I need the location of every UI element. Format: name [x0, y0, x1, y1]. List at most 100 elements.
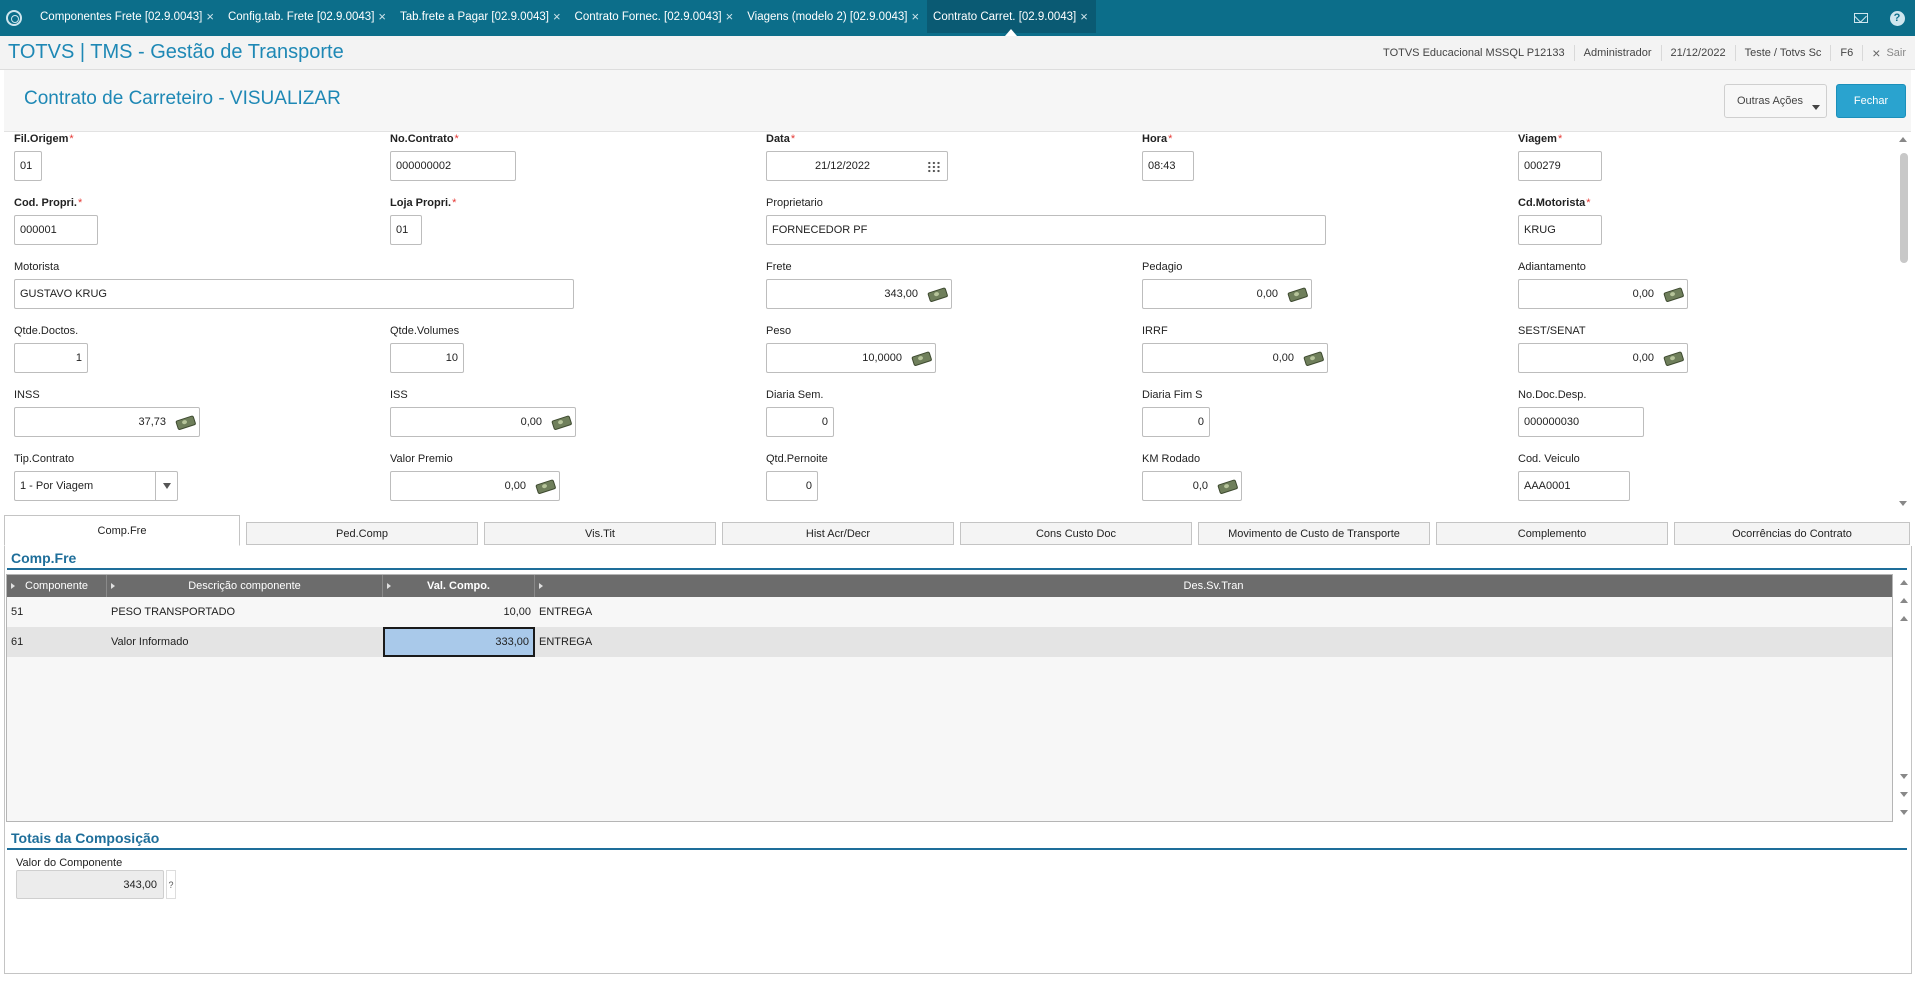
tab-label: Contrato Fornec. [02.9.0043] [574, 10, 722, 23]
tab-hist-acr-decr[interactable]: Hist Acr/Decr [722, 522, 954, 545]
scroll-up-icon[interactable] [1900, 616, 1908, 621]
tab-contrato-carret[interactable]: Contrato Carret. [02.9.0043] × [927, 0, 1096, 36]
scroll-top-icon[interactable] [1900, 580, 1908, 585]
close-icon[interactable]: × [553, 9, 561, 24]
iss-input[interactable]: 0,00 [390, 407, 576, 437]
date-label[interactable]: 21/12/2022 [1660, 45, 1735, 61]
hora-input[interactable]: 08:43 [1142, 151, 1194, 181]
sort-icon [111, 583, 115, 589]
cd-motorista-input[interactable]: KRUG [1518, 215, 1602, 245]
scroll-up-icon[interactable] [1899, 137, 1907, 142]
close-button[interactable]: Fechar [1836, 84, 1906, 118]
exit-button[interactable]: × Sair [1862, 45, 1915, 61]
scroll-bottom-icon[interactable] [1900, 810, 1908, 815]
frete-input[interactable]: 343,00 [766, 279, 952, 309]
column-header-servico[interactable]: Des.Sv.Tran [535, 575, 1892, 597]
cod-veiculo-input[interactable]: AAA0001 [1518, 471, 1630, 501]
help-icon[interactable]: ? [166, 870, 176, 899]
field-sest-senat: SEST/SENAT 0,00 [1518, 325, 1688, 373]
field-qtde-doctos: Qtde.Doctos. 1 [14, 325, 88, 373]
no-contrato-input[interactable]: 000000002 [390, 151, 516, 181]
tab-ocorrencias[interactable]: Ocorrências do Contrato [1674, 522, 1910, 545]
tab-config-tab-frete[interactable]: Config.tab. Frete [02.9.0043] × [222, 0, 394, 33]
messages-button[interactable] [1843, 0, 1879, 36]
money-icon[interactable] [1663, 286, 1683, 301]
adiantamento-input[interactable]: 0,00 [1518, 279, 1688, 309]
tab-comp-fre[interactable]: Comp.Fre [4, 515, 240, 546]
diaria-sem-input[interactable]: 0 [766, 407, 834, 437]
sest-senat-input[interactable]: 0,00 [1518, 343, 1688, 373]
inss-input[interactable]: 37,73 [14, 407, 200, 437]
tip-contrato-select[interactable]: 1 - Por Viagem [14, 471, 178, 501]
tab-cons-custo-doc[interactable]: Cons Custo Doc [960, 522, 1192, 545]
tab-vis-tit[interactable]: Vis.Tit [484, 522, 716, 545]
tab-viagens-modelo-2[interactable]: Viagens (modelo 2) [02.9.0043] × [741, 0, 927, 33]
tab-label: Tab.frete a Pagar [02.9.0043] [399, 10, 549, 23]
irrf-input[interactable]: 0,00 [1142, 343, 1328, 373]
user-label[interactable]: Administrador [1573, 45, 1661, 61]
proprietario-input[interactable]: FORNECEDOR PF [766, 215, 1326, 245]
fil-origem-input[interactable]: 01 [14, 151, 42, 181]
app-header: TOTVS | TMS - Gestão de Transporte TOTVS… [0, 36, 1915, 70]
form-scrollbar[interactable] [1896, 133, 1911, 510]
close-icon[interactable]: × [206, 9, 214, 24]
close-icon[interactable]: × [726, 9, 734, 24]
grid-scrollbar[interactable] [1896, 574, 1912, 822]
tab-contrato-fornec[interactable]: Contrato Fornec. [02.9.0043] × [569, 0, 742, 33]
table-row[interactable]: 61 Valor Informado 333,00 ENTREGA [7, 627, 1892, 657]
data-input[interactable]: 21/12/2022 [766, 151, 948, 181]
motorista-input[interactable]: GUSTAVO KRUG [14, 279, 574, 309]
cod-propri-input[interactable]: 000001 [14, 215, 98, 245]
km-rodado-input[interactable]: 0,0 [1142, 471, 1242, 501]
qtd-pernoite-input[interactable]: 0 [766, 471, 818, 501]
other-actions-button[interactable]: Outras Ações [1724, 84, 1827, 118]
environment-label[interactable]: TOTVS Educacional MSSQL P12133 [1374, 45, 1574, 61]
close-icon[interactable]: × [378, 9, 386, 24]
table-row[interactable]: 51 PESO TRANSPORTADO 10,00 ENTREGA [7, 597, 1892, 627]
money-icon[interactable] [1303, 350, 1323, 365]
money-icon[interactable] [175, 414, 195, 429]
tab-movimento-custo[interactable]: Movimento de Custo de Transporte [1198, 522, 1430, 545]
qtde-volumes-input[interactable]: 10 [390, 343, 464, 373]
scroll-down-icon[interactable] [1900, 774, 1908, 779]
tab-tab-frete-a-pagar[interactable]: Tab.frete a Pagar [02.9.0043] × [394, 0, 569, 33]
valor-premio-input[interactable]: 0,00 [390, 471, 560, 501]
money-icon[interactable] [1287, 286, 1307, 301]
program-tabs: Componentes Frete [02.9.0043] × Config.t… [34, 0, 1096, 36]
column-header-valor[interactable]: Val. Compo. [383, 575, 535, 597]
column-header-componente[interactable]: Componente [7, 575, 107, 597]
help-button[interactable]: ? [1879, 0, 1915, 36]
column-header-descricao[interactable]: Descrição componente [107, 575, 383, 597]
money-icon[interactable] [551, 414, 571, 429]
loja-propri-input[interactable]: 01 [390, 215, 422, 245]
no-doc-desp-input[interactable]: 000000030 [1518, 407, 1644, 437]
money-icon[interactable] [1217, 478, 1237, 493]
calendar-icon[interactable] [927, 161, 941, 173]
tab-complemento[interactable]: Complemento [1436, 522, 1668, 545]
viagem-input[interactable]: 000279 [1518, 151, 1602, 181]
cell-servico: ENTREGA [539, 636, 593, 648]
money-icon[interactable] [927, 286, 947, 301]
chevron-down-icon[interactable] [155, 472, 177, 500]
peso-input[interactable]: 10,0000 [766, 343, 936, 373]
money-icon[interactable] [1663, 350, 1683, 365]
components-grid[interactable]: Componente Descrição componente Val. Com… [6, 574, 1893, 822]
scroll-thumb[interactable] [1900, 153, 1908, 263]
cell-valor-selected[interactable]: 333,00 [383, 627, 535, 657]
branch-label[interactable]: Teste / Totvs Sc [1734, 45, 1831, 61]
close-icon[interactable]: × [911, 9, 919, 24]
close-icon[interactable]: × [1080, 9, 1088, 24]
tab-ped-comp[interactable]: Ped.Comp [246, 522, 478, 545]
scroll-page-down-icon[interactable] [1900, 792, 1908, 797]
money-icon[interactable] [911, 350, 931, 365]
diaria-fim-s-input[interactable]: 0 [1142, 407, 1210, 437]
qtde-doctos-input[interactable]: 1 [14, 343, 88, 373]
money-icon[interactable] [535, 478, 555, 493]
page-title: Contrato de Carreteiro - VISUALIZAR [24, 88, 341, 109]
scroll-page-up-icon[interactable] [1900, 598, 1908, 603]
pedagio-input[interactable]: 0,00 [1142, 279, 1312, 309]
tab-componentes-frete[interactable]: Componentes Frete [02.9.0043] × [34, 0, 222, 33]
scroll-down-icon[interactable] [1899, 501, 1907, 506]
shortcut-label[interactable]: F6 [1830, 45, 1862, 61]
totvs-menu-icon[interactable] [6, 10, 22, 26]
